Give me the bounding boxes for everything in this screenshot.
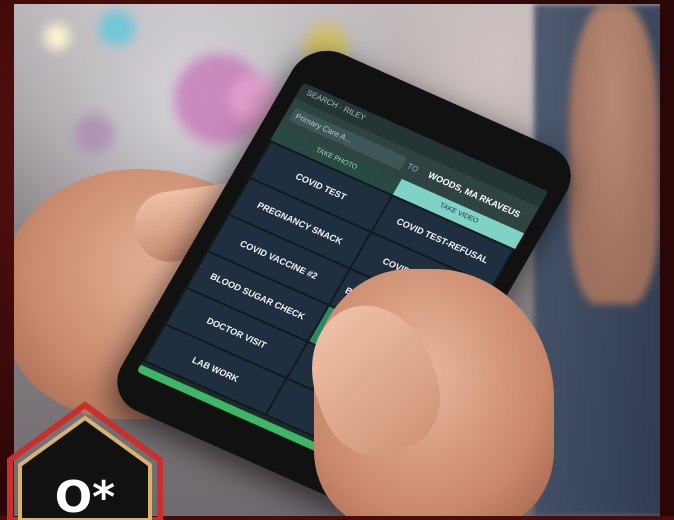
bokeh-light <box>99 10 135 46</box>
badge-glyph: O* <box>55 472 115 520</box>
background-person-arm <box>569 4 659 304</box>
logo-badge: O* <box>7 401 163 520</box>
bokeh-light <box>44 24 70 50</box>
bokeh-light <box>74 114 114 154</box>
